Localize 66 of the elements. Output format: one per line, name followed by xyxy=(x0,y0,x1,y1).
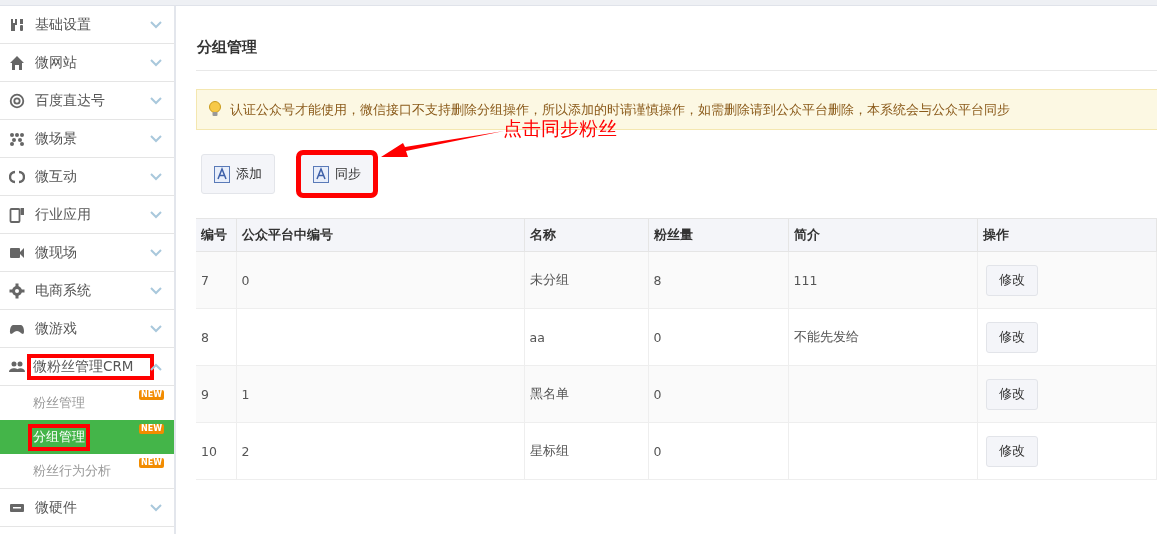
chevron-down-icon xyxy=(150,58,162,67)
toolbar-button[interactable]: 添加 xyxy=(201,154,275,194)
table-cell: 不能先发给 xyxy=(793,328,859,344)
chevron-down-icon xyxy=(150,134,162,143)
chevron-down-icon xyxy=(150,20,162,29)
table-cell: 1 xyxy=(241,386,250,402)
tools-icon xyxy=(9,16,25,33)
table-cell: 8 xyxy=(653,272,662,288)
sidebar-item[interactable]: 电商系统 xyxy=(0,272,174,310)
column-header: 名称 xyxy=(524,218,648,252)
table-cell: aa xyxy=(529,329,545,345)
gear-icon xyxy=(9,282,25,299)
table-cell: 111 xyxy=(793,272,818,288)
chevron-down-icon xyxy=(150,96,162,105)
sidebar-item[interactable]: 基础设置 xyxy=(0,6,174,44)
new-badge: NEW xyxy=(139,390,164,400)
column-header: 粉丝量 xyxy=(648,218,788,252)
alert-text: 认证公众号才能使用，微信接口不支持删除分组操作，所以添加的时请谨慎操作，如需删除请到公众平台删除，本系统会与公众平台同步 xyxy=(230,100,1010,119)
table-cell: 0 xyxy=(241,272,250,288)
edit-button[interactable]: 修改 xyxy=(985,264,1038,296)
sidebar-item[interactable]: 百度直达号 xyxy=(0,82,174,120)
table-cell: 10 xyxy=(201,443,217,459)
chevron-down-icon xyxy=(150,324,162,333)
column-header: 公众平台中编号 xyxy=(236,218,524,252)
sidebar-item[interactable]: 微现场 xyxy=(0,234,174,272)
chevron-up-icon xyxy=(150,362,162,371)
sidebar-item[interactable]: 微场景 xyxy=(0,120,174,158)
at-icon xyxy=(9,92,25,109)
chevron-down-icon xyxy=(150,172,162,181)
edit-button[interactable]: 修改 xyxy=(985,321,1038,353)
sidebar-item[interactable]: 微硬件 xyxy=(0,489,174,527)
chevron-down-icon xyxy=(150,248,162,257)
chevron-down-icon xyxy=(150,503,162,512)
table-cell: 9 xyxy=(201,386,209,402)
page-title: 分组管理 xyxy=(196,6,1157,71)
home-icon xyxy=(9,54,25,71)
column-header: 操作 xyxy=(977,218,1157,252)
column-header: 编号 xyxy=(196,218,236,252)
dots-icon xyxy=(9,130,25,147)
table-cell: 0 xyxy=(653,386,662,402)
font-icon xyxy=(214,165,230,183)
table-cell: 未分组 xyxy=(529,271,569,287)
table-cell: 0 xyxy=(653,443,662,459)
font-icon xyxy=(313,165,329,183)
edit-button[interactable]: 修改 xyxy=(985,435,1038,467)
chevron-down-icon xyxy=(150,286,162,295)
chevron-down-icon xyxy=(150,210,162,219)
sidebar-item[interactable]: 微粉丝管理CRM xyxy=(0,348,174,386)
sidebar-item[interactable]: 微游戏 xyxy=(0,310,174,348)
table-cell: 7 xyxy=(201,272,209,288)
link-icon xyxy=(9,168,25,185)
sidebar-item[interactable]: 行业应用 xyxy=(0,196,174,234)
edit-button[interactable]: 修改 xyxy=(985,378,1038,410)
table-cell: 0 xyxy=(653,329,662,345)
table-cell: 黑名单 xyxy=(529,385,569,401)
tablet-icon xyxy=(9,206,25,223)
new-badge: NEW xyxy=(139,424,164,434)
lightbulb-icon xyxy=(208,101,222,118)
sidebar-item[interactable]: 微互动 xyxy=(0,158,174,196)
column-header: 简介 xyxy=(788,218,977,252)
table-cell: 星标组 xyxy=(529,442,569,458)
table-cell: 8 xyxy=(201,329,209,345)
annotation-text: 点击同步粉丝 xyxy=(503,116,617,141)
table-cell: 2 xyxy=(241,443,250,459)
sidebar-item[interactable]: 微网站 xyxy=(0,44,174,82)
new-badge: NEW xyxy=(139,458,164,468)
